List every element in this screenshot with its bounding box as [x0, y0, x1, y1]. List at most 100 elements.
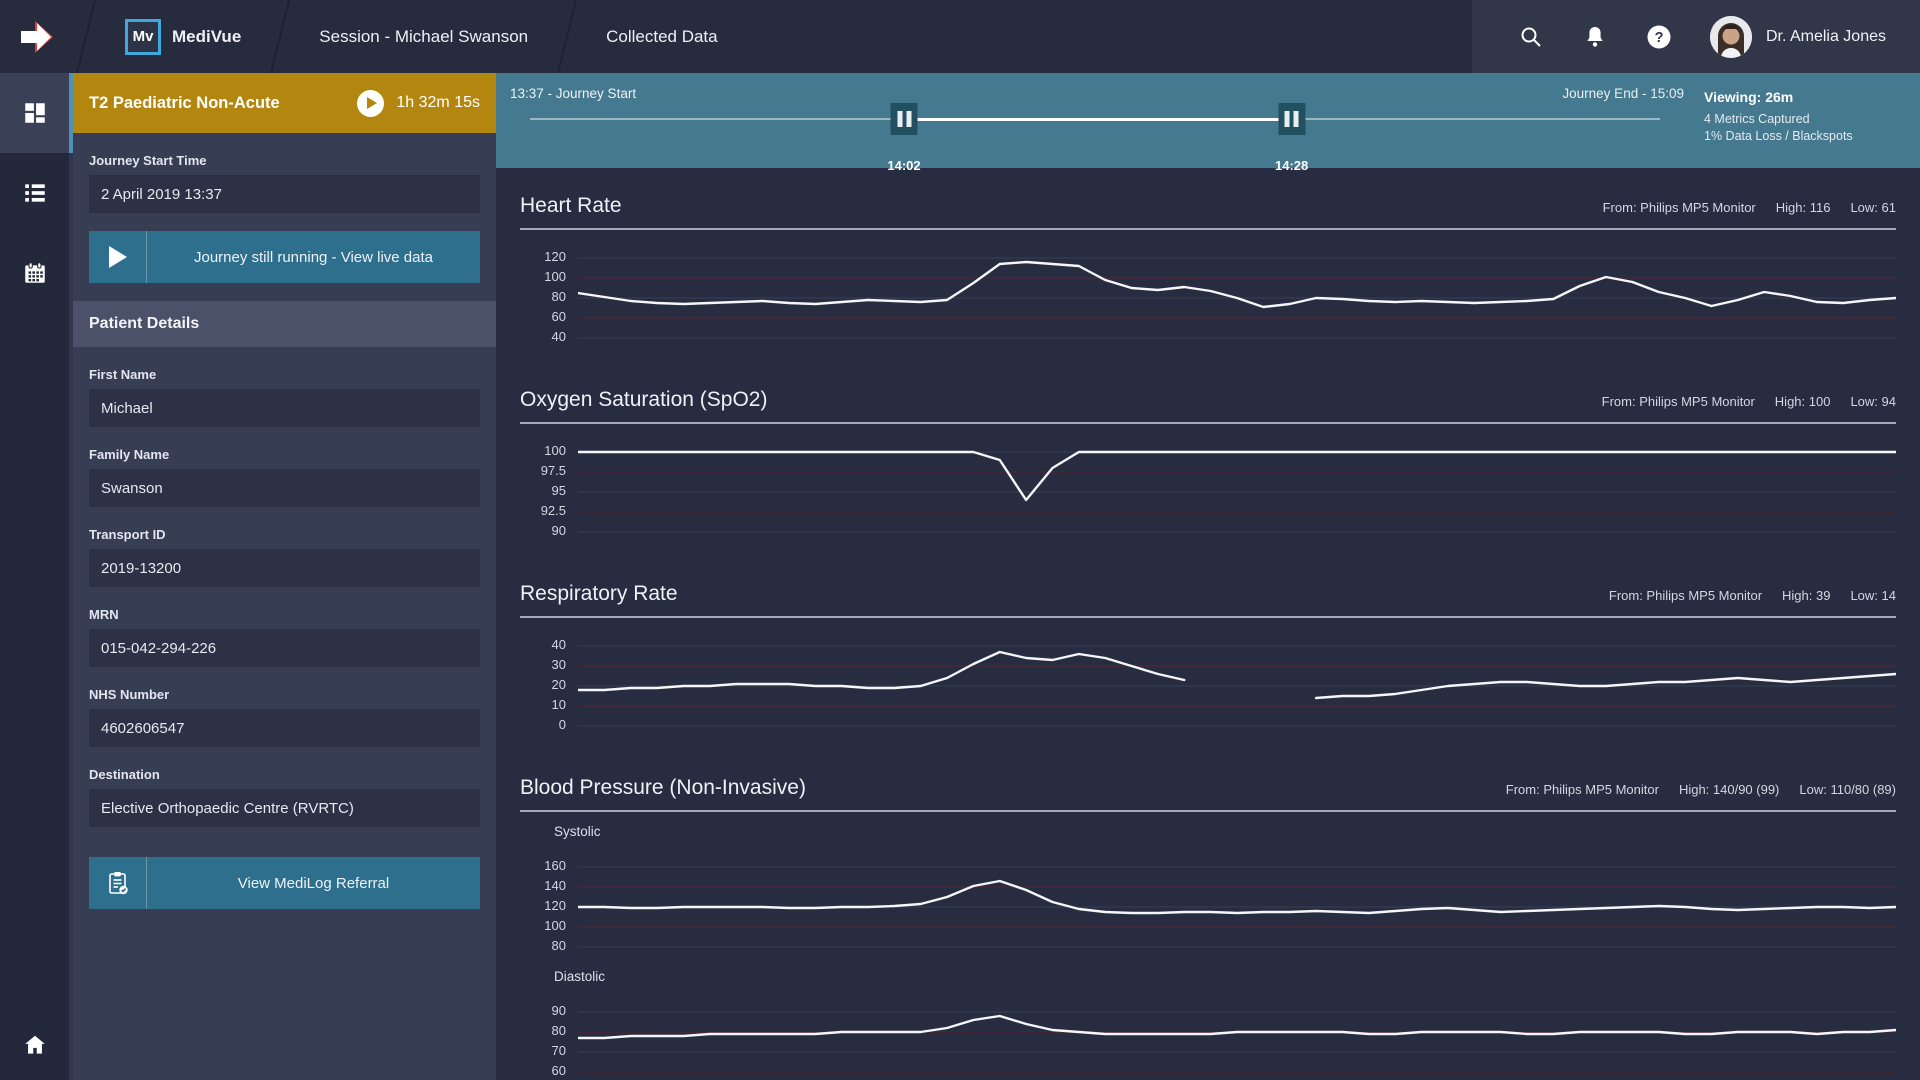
field-value: 2019-13200: [89, 549, 480, 587]
brand-crumb[interactable]: Mv MediVue: [99, 0, 267, 73]
avatar: [1710, 16, 1752, 58]
y-axis-ticks: 9080706050: [520, 1002, 578, 1080]
user-name: Dr. Amelia Jones: [1766, 28, 1886, 46]
y-tick-label: 80: [552, 1023, 566, 1038]
field-label: NHS Number: [89, 687, 480, 702]
chart-title: Oxygen Saturation (SpO2): [520, 388, 767, 412]
chart-sublabel: Diastolic: [554, 969, 1896, 984]
y-tick-label: 140: [544, 878, 566, 893]
field-value: Michael: [89, 389, 480, 427]
chart-source: From: Philips MP5 Monitor: [1602, 394, 1755, 409]
breadcrumb-separator: [267, 0, 293, 73]
chart-meta: From: Philips MP5 MonitorHigh: 100Low: 9…: [1602, 394, 1896, 409]
breadcrumb-session[interactable]: Session - Michael Swanson: [293, 0, 554, 73]
y-tick-label: 80: [552, 938, 566, 953]
y-tick-label: 90: [552, 1003, 566, 1018]
view-live-data-label: Journey still running - View live data: [147, 231, 480, 283]
session-duration: 1h 32m 15s: [396, 94, 480, 112]
breadcrumb-separator: [73, 0, 99, 73]
chart-plot: 120100806040: [520, 248, 1896, 348]
brand-name: MediVue: [172, 27, 241, 47]
y-tick-label: 40: [552, 637, 566, 652]
y-axis-ticks: 10097.59592.590: [520, 442, 578, 542]
chart-title: Blood Pressure (Non-Invasive): [520, 776, 806, 800]
sessions-list-icon: [22, 180, 48, 206]
chart-meta: From: Philips MP5 Monitor High: 140/90 (9…: [1506, 782, 1896, 797]
chart-section-heart-rate: Heart RateFrom: Philips MP5 MonitorHigh:…: [496, 168, 1920, 362]
chart-divider: [520, 616, 1896, 618]
app-logo[interactable]: [0, 0, 73, 73]
timeline-segment: [1292, 118, 1660, 120]
chart-plot: 16014012010080: [520, 857, 1896, 957]
field-label: MRN: [89, 607, 480, 622]
search-icon[interactable]: [1518, 24, 1544, 50]
nav-rail: [0, 73, 73, 1080]
timeline-segment: [530, 118, 904, 120]
mv-logo-badge: Mv: [125, 19, 161, 55]
dashboard-icon: [22, 100, 48, 126]
chart-source: From: Philips MP5 Monitor: [1603, 200, 1756, 215]
patient-field: Family NameSwanson: [89, 447, 480, 507]
y-tick-label: 10: [552, 697, 566, 712]
chart-high: High: 140/90 (99): [1679, 782, 1779, 797]
patient-field: First Name Michael: [89, 367, 480, 427]
y-tick-label: 100: [544, 443, 566, 458]
chart-low: Low: 14: [1850, 588, 1896, 603]
header-actions: ? Dr. Amelia Jones: [1472, 0, 1920, 73]
notifications-icon[interactable]: [1582, 24, 1608, 50]
session-panel: T2 Paediatric Non-Acute 1h 32m 15s Journ…: [73, 73, 496, 1080]
journey-start-label: Journey Start Time: [89, 153, 480, 168]
y-tick-label: 92.5: [541, 503, 566, 518]
patient-field: NHS Number 4602606547: [89, 687, 480, 747]
y-tick-label: 0: [559, 717, 566, 732]
field-value: 4602606547: [89, 709, 480, 747]
y-tick-label: 20: [552, 677, 566, 692]
chart-low: Low: 94: [1850, 394, 1896, 409]
field-value: Swanson: [89, 469, 480, 507]
pause-marker-icon[interactable]: [891, 103, 918, 135]
data-loss-label: 1% Data Loss / Blackspots: [1704, 128, 1904, 145]
play-circle-icon[interactable]: [357, 90, 384, 117]
breadcrumb-collected-data[interactable]: Collected Data: [580, 0, 744, 73]
chart-section-blood-pressure: Blood Pressure (Non-Invasive) From: Phili…: [496, 750, 1920, 1080]
pause-marker-icon[interactable]: [1278, 103, 1305, 135]
timeline-track[interactable]: 14:0214:28: [530, 118, 1660, 121]
nav-dashboard[interactable]: [0, 73, 73, 153]
chart-plot: 9080706050: [520, 1002, 1896, 1080]
patient-details-heading: Patient Details: [73, 301, 496, 347]
field-value: Elective Orthopaedic Centre (RVRTC): [89, 789, 480, 827]
chart-low: Low: 110/80 (89): [1799, 782, 1896, 797]
y-axis-ticks: 16014012010080: [520, 857, 578, 957]
field-label: First Name: [89, 367, 480, 382]
nav-calendar[interactable]: [0, 233, 73, 313]
chart-high: High: 116: [1776, 200, 1831, 215]
y-tick-label: 97.5: [541, 463, 566, 478]
timeline-start-label: 13:37 - Journey Start: [510, 86, 636, 101]
chart-high: High: 39: [1782, 588, 1830, 603]
nav-home[interactable]: [0, 1010, 73, 1080]
nav-sessions-list[interactable]: [0, 153, 73, 233]
chart-sublabel: Systolic: [554, 824, 1896, 839]
y-tick-label: 120: [544, 249, 566, 264]
view-live-data-button[interactable]: Journey still running - View live data: [89, 231, 480, 283]
user-chip[interactable]: Dr. Amelia Jones: [1710, 16, 1886, 58]
chart-source: From: Philips MP5 Monitor: [1506, 782, 1659, 797]
chart-section-respiratory-rate: Respiratory RateFrom: Philips MP5 Monito…: [496, 556, 1920, 750]
y-axis-ticks: 40 30 20 10 0: [520, 636, 578, 736]
y-tick-label: 60: [552, 1063, 566, 1078]
help-icon[interactable]: ?: [1646, 24, 1672, 50]
y-tick-label: 30: [552, 657, 566, 672]
view-medilog-referral-button[interactable]: View MediLog Referral: [89, 857, 480, 909]
patient-field: Transport ID2019-13200: [89, 527, 480, 587]
chart-meta: From: Philips MP5 Monitor High: 39 Low: 14: [1609, 588, 1896, 603]
chart-plot: 40 30 20 10 0: [520, 636, 1896, 736]
chart-meta: From: Philips MP5 MonitorHigh: 116Low: 6…: [1603, 200, 1896, 215]
timeline-meta: 4 Metrics Captured 1% Data Loss / Blacks…: [1704, 111, 1904, 145]
y-tick-label: 40: [552, 329, 566, 344]
field-label: Destination: [89, 767, 480, 782]
svg-text:?: ?: [1655, 30, 1664, 46]
session-type-label: T2 Paediatric Non-Acute: [89, 94, 345, 113]
chart-section-spo2: Oxygen Saturation (SpO2) From: Philips MP…: [496, 362, 1920, 556]
arrow-logo-icon: [15, 15, 59, 59]
chart-source: From: Philips MP5 Monitor: [1609, 588, 1762, 603]
